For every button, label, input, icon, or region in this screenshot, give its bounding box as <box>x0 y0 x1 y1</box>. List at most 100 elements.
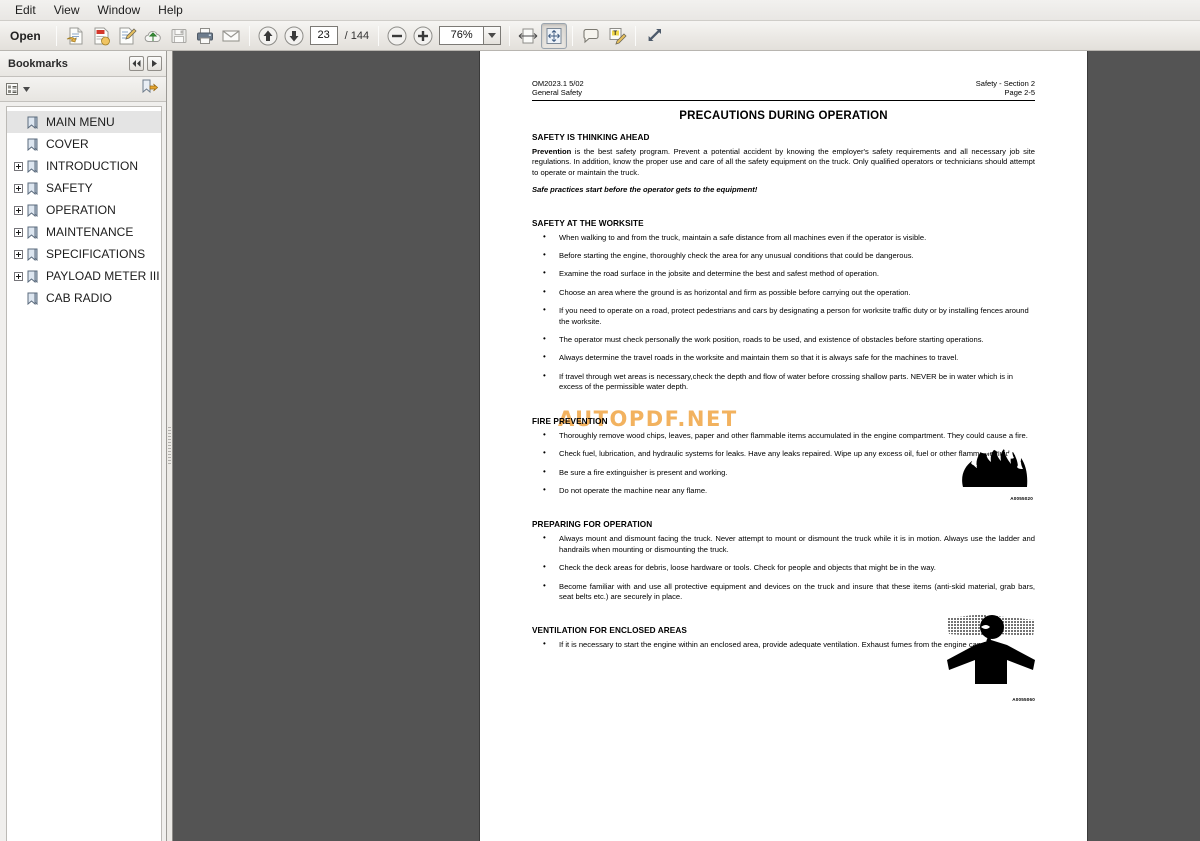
save-icon[interactable] <box>166 23 192 49</box>
zoom-control[interactable]: 76% <box>439 26 502 45</box>
page-number-input[interactable]: 23 <box>309 26 338 45</box>
expand-placeholder <box>13 139 24 150</box>
next-page-icon[interactable] <box>281 23 307 49</box>
toolbar-separator <box>635 25 637 46</box>
bookmark-icon <box>27 292 41 305</box>
list-item: Always determine the travel roads in the… <box>532 352 1035 363</box>
menu-view[interactable]: View <box>45 1 89 20</box>
toolbar-separator <box>378 25 380 46</box>
email-icon[interactable] <box>218 23 244 49</box>
bookmark-item-cab-radio[interactable]: CAB RADIO <box>7 287 161 309</box>
pdf-page-content: AUTOPDF.NET OM2023.1 5/02 General Safety… <box>480 51 1087 841</box>
full-screen-icon[interactable] <box>641 23 667 49</box>
lead-bold: Prevention <box>532 147 572 156</box>
bookmark-label: CAB RADIO <box>46 291 113 305</box>
previous-page-icon[interactable] <box>255 23 281 49</box>
exhaust-fumes-icon <box>947 614 1035 685</box>
bookmark-label: MAIN MENU <box>46 115 115 129</box>
header-rule <box>532 100 1035 101</box>
menu-bar: Edit View Window Help <box>0 0 1200 21</box>
open-document-icon[interactable] <box>62 23 88 49</box>
bookmark-icon <box>27 248 41 261</box>
bookmark-label: COVER <box>46 137 89 151</box>
print-icon[interactable] <box>192 23 218 49</box>
list-item: If travel through wet areas is necessary… <box>532 371 1035 393</box>
bookmark-icon <box>27 204 41 217</box>
comment-icon[interactable] <box>578 23 604 49</box>
bookmark-item-safety[interactable]: SAFETY <box>7 177 161 199</box>
bookmark-label: SAFETY <box>46 181 93 195</box>
expand-toggle-icon[interactable] <box>13 271 24 282</box>
bookmarks-header: Bookmarks <box>0 51 166 77</box>
fit-page-icon[interactable] <box>541 22 568 49</box>
pdf-page-sheet: AUTOPDF.NET OM2023.1 5/02 General Safety… <box>480 51 1087 841</box>
section-heading: FIRE PREVENTION <box>532 416 608 426</box>
expand-toggle-icon[interactable] <box>13 183 24 194</box>
expand-toggle-icon[interactable] <box>13 249 24 260</box>
bookmark-item-specifications[interactable]: SPECIFICATIONS <box>7 243 161 265</box>
header-page-number: Page 2-5 <box>1004 88 1035 97</box>
expand-placeholder <box>13 117 24 128</box>
header-doc-code: OM2023.1 5/02 <box>532 79 584 88</box>
toolbar-separator <box>248 25 250 46</box>
bookmark-item-main-menu[interactable]: MAIN MENU <box>7 111 161 133</box>
document-viewport[interactable]: AUTOPDF.NET OM2023.1 5/02 General Safety… <box>173 51 1200 841</box>
menu-edit[interactable]: Edit <box>6 1 45 20</box>
pdf-reader-window: Edit View Window Help Open 23 / 144 76% … <box>0 0 1200 841</box>
menu-window[interactable]: Window <box>88 1 149 20</box>
bookmark-icon <box>27 160 41 173</box>
upload-cloud-icon[interactable] <box>140 23 166 49</box>
lead-rest: is the best safety program. Prevent a po… <box>532 147 1035 177</box>
bookmarks-expand-button[interactable] <box>147 56 162 71</box>
splitter-grip[interactable] <box>168 427 171 465</box>
bullet-list: Always mount and dismount facing the tru… <box>532 533 1035 602</box>
create-pdf-icon[interactable] <box>88 23 114 49</box>
bookmark-label: MAINTENANCE <box>46 225 134 239</box>
bullet-list: When walking to and from the truck, main… <box>532 232 1035 393</box>
bookmarks-title: Bookmarks <box>8 57 68 70</box>
bookmarks-collapse-button[interactable] <box>129 56 144 71</box>
bookmarks-toolbar <box>0 77 166 102</box>
bookmark-item-cover[interactable]: COVER <box>7 133 161 155</box>
section-heading: SAFETY IS THINKING AHEAD <box>532 133 650 142</box>
bookmark-icon <box>27 182 41 195</box>
bookmark-item-operation[interactable]: OPERATION <box>7 199 161 221</box>
list-item: Check the deck areas for debris, loose h… <box>532 562 1035 573</box>
bookmark-options-button[interactable] <box>6 82 30 96</box>
bookmarks-list[interactable]: MAIN MENU COVER INTRODUCTION SAFETY OPER… <box>6 106 162 841</box>
section-ventilation-for-enclosed-areas: VENTILATION FOR ENCLOSED AREAS If it is … <box>508 614 1059 702</box>
bookmark-label: OPERATION <box>46 203 116 217</box>
header-doc-subject: General Safety <box>532 88 583 97</box>
fire-flame-icon <box>962 440 1028 487</box>
expand-toggle-icon[interactable] <box>13 205 24 216</box>
bookmark-label: INTRODUCTION <box>46 159 138 173</box>
page-total-label: / 144 <box>344 29 370 42</box>
main-toolbar: Open 23 / 144 76% T <box>0 21 1200 51</box>
zoom-input[interactable]: 76% <box>439 26 484 45</box>
toolbar-separator <box>55 25 57 46</box>
section-fire-prevention: FIRE PREVENTION Thoroughly remove wood c… <box>508 416 1059 501</box>
expand-toggle-icon[interactable] <box>13 161 24 172</box>
bookmark-item-maintenance[interactable]: MAINTENANCE <box>7 221 161 243</box>
edit-pdf-icon[interactable] <box>114 23 140 49</box>
exhaust-fumes-figure: A0055060 <box>945 612 1037 702</box>
open-button[interactable]: Open <box>4 22 51 50</box>
bookmark-icon <box>27 116 41 129</box>
expand-placeholder <box>13 293 24 304</box>
zoom-in-icon[interactable] <box>410 23 436 49</box>
bookmark-icon <box>27 270 41 283</box>
bookmark-item-payload-meter-iii[interactable]: PAYLOAD METER III <box>7 265 161 287</box>
expand-toggle-icon[interactable] <box>13 227 24 238</box>
toolbar-separator <box>509 25 511 46</box>
chevron-down-icon[interactable] <box>483 26 502 45</box>
menu-help[interactable]: Help <box>149 1 192 20</box>
zoom-out-icon[interactable] <box>384 23 410 49</box>
bookmark-item-introduction[interactable]: INTRODUCTION <box>7 155 161 177</box>
highlight-text-icon[interactable]: T <box>604 23 630 49</box>
section-safety-is-thinking-ahead: SAFETY IS THINKING AHEAD Prevention is t… <box>508 133 1059 196</box>
expand-bookmark-button[interactable] <box>141 79 159 99</box>
fit-width-icon[interactable] <box>515 23 541 49</box>
bookmark-icon <box>27 226 41 239</box>
section-heading: SAFETY AT THE WORKSITE <box>532 218 644 228</box>
